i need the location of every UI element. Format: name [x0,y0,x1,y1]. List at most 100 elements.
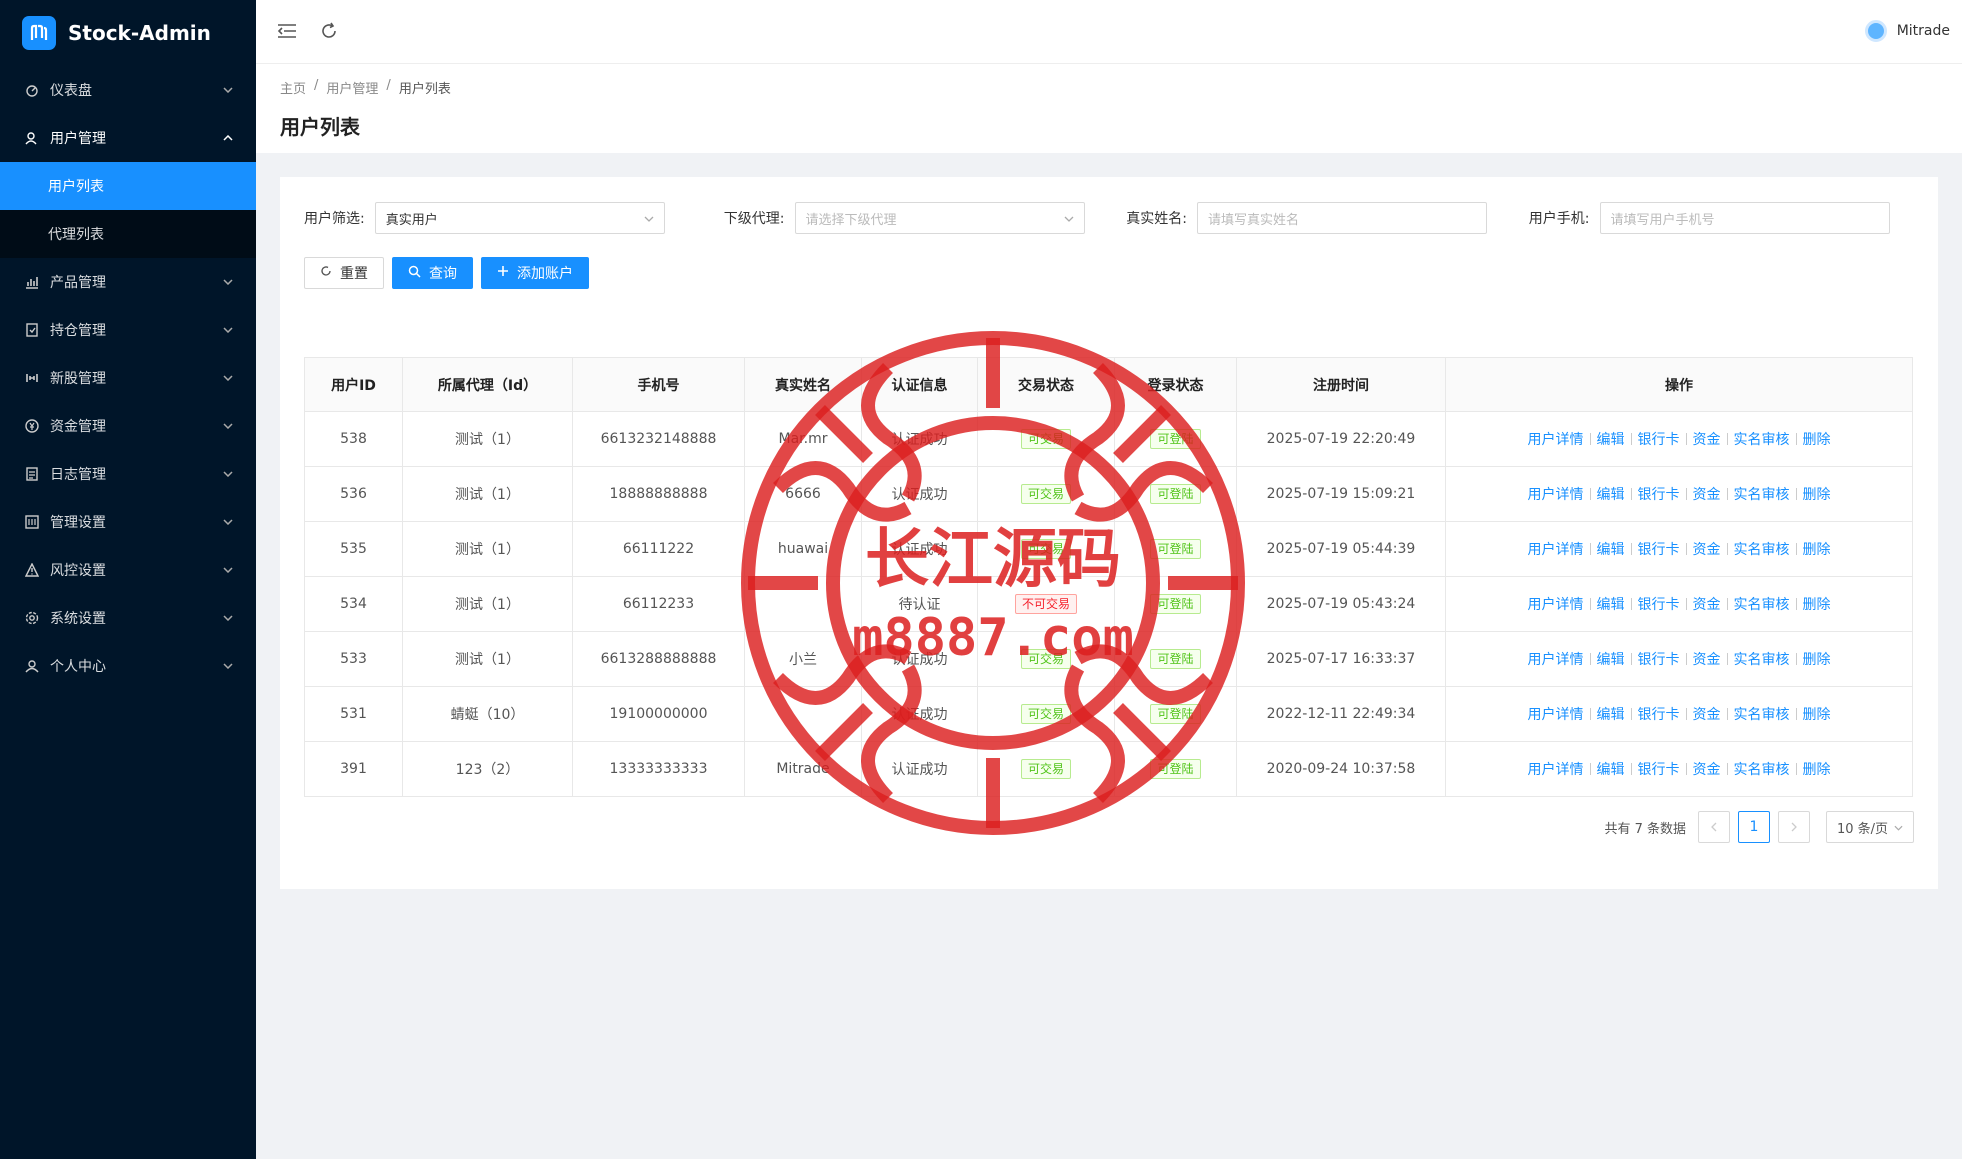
admin-settings-icon [24,514,40,530]
filter-label: 用户手机: [1528,211,1590,227]
bank-card-link[interactable]: 银行卡 [1638,539,1680,559]
next-page-button[interactable] [1778,811,1810,843]
sidebar-item-label: 风控设置 [50,563,106,579]
delete-link[interactable]: 删除 [1803,539,1831,559]
cell-register-time: 2020-09-24 10:37:58 [1236,741,1446,797]
edit-link[interactable]: 编辑 [1597,539,1625,559]
page-size-select[interactable]: 10 条/页 [1826,811,1914,843]
refresh-icon[interactable] [318,20,340,42]
fund-link[interactable]: 资金 [1693,484,1721,504]
sidebar-item-risk[interactable]: 风控设置 [0,546,256,594]
fund-link[interactable]: 资金 [1693,594,1721,614]
sidebar-item-admin-settings[interactable]: 管理设置 [0,498,256,546]
agent-select[interactable]: 请选择下级代理 [794,202,1085,234]
bank-card-link[interactable]: 银行卡 [1638,704,1680,724]
sidebar-item-position[interactable]: 持仓管理 [0,306,256,354]
cell-agent: 测试（1） [402,631,573,687]
menu-fold-icon[interactable] [276,20,298,42]
edit-link[interactable]: 编辑 [1597,429,1625,449]
delete-link[interactable]: 删除 [1803,704,1831,724]
trade-status-badge: 不可交易 [1014,594,1077,614]
page-number-button[interactable]: 1 [1738,811,1770,843]
user-menu[interactable]: Mitrade [1864,20,1950,42]
chevron-down-icon [644,211,654,226]
detail-link[interactable]: 用户详情 [1528,484,1584,504]
delete-link[interactable]: 删除 [1803,484,1831,504]
detail-link[interactable]: 用户详情 [1528,649,1584,669]
add-account-button[interactable]: 添加账户 [481,257,589,289]
prev-page-button[interactable] [1698,811,1730,843]
sidebar-subitem-agent-list[interactable]: 代理列表 [0,210,256,258]
verify-link[interactable]: 实名审核 [1734,759,1790,779]
delete-link[interactable]: 删除 [1803,759,1831,779]
sidebar-item-system-settings[interactable]: 系统设置 [0,594,256,642]
trade-status-badge: 可交易 [1020,484,1071,504]
verify-link[interactable]: 实名审核 [1734,484,1790,504]
delete-link[interactable]: 删除 [1803,594,1831,614]
verify-link[interactable]: 实名审核 [1734,429,1790,449]
real-name-input[interactable]: 请填写真实姓名 [1197,202,1487,234]
divider [1589,598,1591,610]
cell-auth: 认证成功 [861,741,978,797]
edit-link[interactable]: 编辑 [1597,704,1625,724]
fund-link[interactable]: 资金 [1693,649,1721,669]
sidebar-item-log[interactable]: 日志管理 [0,450,256,498]
edit-link[interactable]: 编辑 [1597,759,1625,779]
bank-card-link[interactable]: 银行卡 [1638,649,1680,669]
fund-link[interactable]: 资金 [1693,759,1721,779]
breadcrumb-user-management[interactable]: 用户管理 [326,78,378,97]
avatar [1864,20,1887,42]
query-button[interactable]: 查询 [392,257,473,289]
edit-link[interactable]: 编辑 [1597,649,1625,669]
column-header: 用户ID [304,357,403,412]
chevron-down-icon [222,612,234,624]
breadcrumb-home[interactable]: 主页 [280,78,306,97]
login-status-badge: 可登陆 [1150,429,1201,449]
sidebar-item-ipo[interactable]: 新股管理 [0,354,256,402]
divider [1795,598,1797,610]
sidebar-subitem-user-list[interactable]: 用户列表 [0,162,256,210]
sidebar-item-user-management[interactable]: 用户管理 [0,114,256,162]
cell-login-status: 可登陆 [1114,631,1237,687]
detail-link[interactable]: 用户详情 [1528,429,1584,449]
phone-input[interactable]: 请填写用户手机号 [1599,202,1890,234]
table-row: 531 蜻蜓（10） 19100000000 认证成功 可交易 可登陆 2022-12-11… [304,686,1913,742]
divider [1726,763,1728,775]
app-name: Stock-Admin [68,21,211,45]
sidebar-item-dashboard[interactable]: 仪表盘 [0,66,256,114]
sidebar-item-fund[interactable]: 资金管理 [0,402,256,450]
sidebar-item-profile[interactable]: 个人中心 [0,642,256,690]
cell-real-name: Mitrade [744,741,862,797]
delete-link[interactable]: 删除 [1803,429,1831,449]
bank-card-link[interactable]: 银行卡 [1638,594,1680,614]
verify-link[interactable]: 实名审核 [1734,704,1790,724]
user-type-select[interactable]: 真实用户 [374,202,665,234]
detail-link[interactable]: 用户详情 [1528,594,1584,614]
verify-link[interactable]: 实名审核 [1734,594,1790,614]
cell-login-status: 可登陆 [1114,576,1237,632]
action-buttons: 重置 查询 添加账户 [304,257,1914,289]
bank-card-link[interactable]: 银行卡 [1638,484,1680,504]
verify-link[interactable]: 实名审核 [1734,649,1790,669]
filter-user-type: 用户筛选: 真实用户 [304,202,707,234]
cell-register-time: 2025-07-19 05:43:24 [1236,576,1446,632]
edit-link[interactable]: 编辑 [1597,594,1625,614]
reset-button[interactable]: 重置 [304,257,384,289]
bank-card-link[interactable]: 银行卡 [1638,429,1680,449]
detail-link[interactable]: 用户详情 [1528,704,1584,724]
app-logo[interactable]: Stock-Admin [0,0,256,66]
cell-real-name: 6666 [744,466,862,522]
sidebar-item-product[interactable]: 产品管理 [0,258,256,306]
detail-link[interactable]: 用户详情 [1528,539,1584,559]
detail-link[interactable]: 用户详情 [1528,759,1584,779]
divider [1685,543,1687,555]
verify-link[interactable]: 实名审核 [1734,539,1790,559]
fund-link[interactable]: 资金 [1693,704,1721,724]
edit-link[interactable]: 编辑 [1597,484,1625,504]
cell-actions: 用户详情 编辑 银行卡 资金 实名审核 删除 [1445,466,1913,522]
fund-link[interactable]: 资金 [1693,539,1721,559]
delete-link[interactable]: 删除 [1803,649,1831,669]
cell-login-status: 可登陆 [1114,686,1237,742]
bank-card-link[interactable]: 银行卡 [1638,759,1680,779]
fund-link[interactable]: 资金 [1693,429,1721,449]
